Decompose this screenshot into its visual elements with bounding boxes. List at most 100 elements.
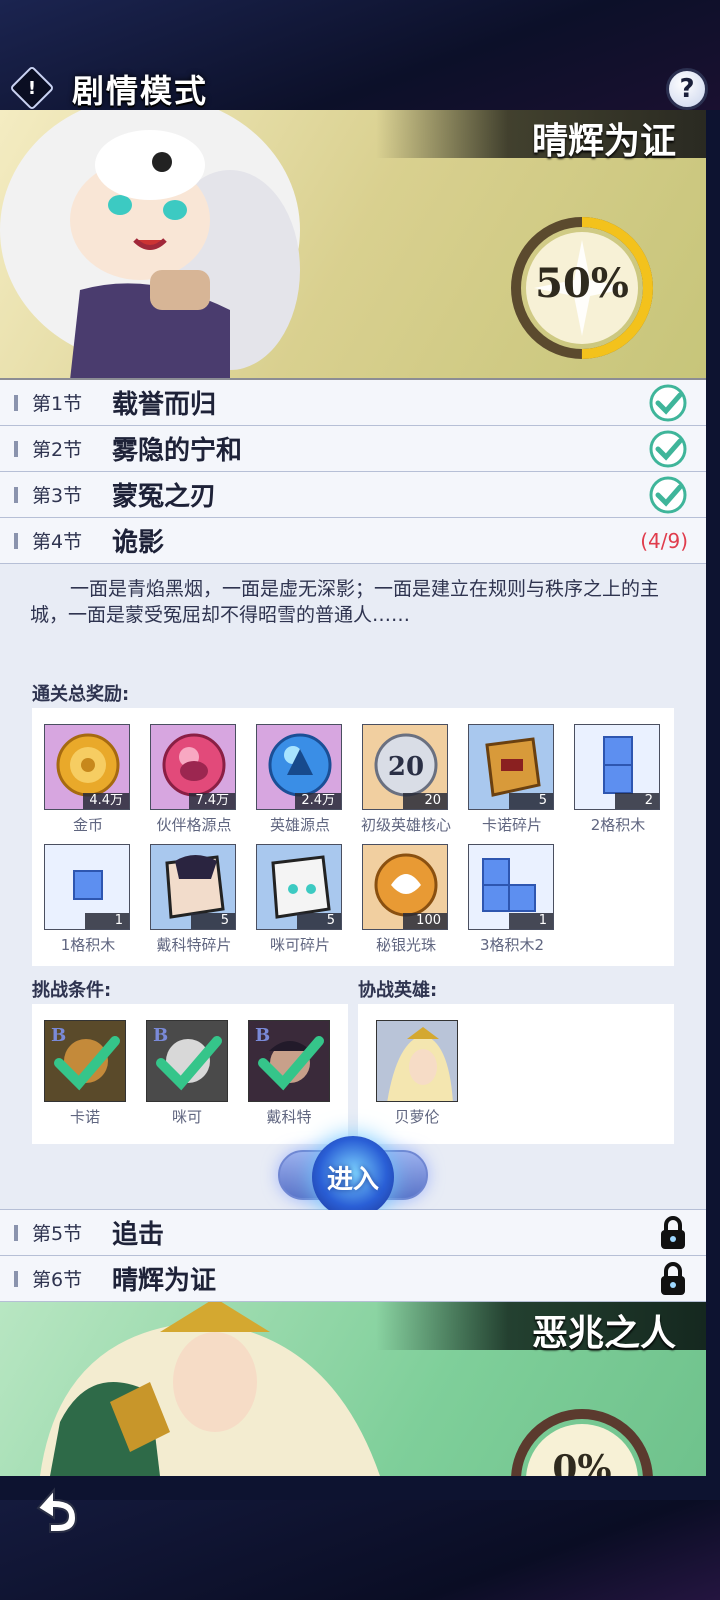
block2-icon: 2 xyxy=(574,724,660,810)
rewards-panel: 4.4万 金币 7.4万 伙伴格源点 2.4万 英雄源点 20 20 初级英雄核… xyxy=(32,708,674,966)
chapter-name: 晴辉为证 xyxy=(112,1266,217,1296)
reward-label: 金币 xyxy=(72,816,103,834)
progress-percentage: 50% xyxy=(535,260,629,307)
row-marker xyxy=(14,486,18,503)
reward-item[interactable]: 2 2格积木 xyxy=(574,724,662,835)
conditions-panel: B 卡诺 B 咪可 B 戴科特 xyxy=(32,1004,348,1144)
banner-title: 晴辉为证 xyxy=(531,120,676,162)
check-icon xyxy=(649,476,687,514)
chapter-number: 第1节 xyxy=(32,393,83,415)
lock-icon xyxy=(661,1216,685,1249)
reward-label: 伙伴格源点 xyxy=(156,816,232,834)
svg-text:20: 20 xyxy=(388,752,424,782)
reward-label: 卡诺碎片 xyxy=(481,816,542,834)
row-marker xyxy=(14,1270,18,1287)
enter-button-label[interactable]: 进入 xyxy=(312,1136,394,1218)
progress-percentage: 0% xyxy=(552,1448,612,1476)
chapter-name: 载誉而归 xyxy=(112,390,217,420)
helper-hero-beiluolun[interactable]: 贝萝伦 xyxy=(376,1020,458,1127)
chapter-number: 第3节 xyxy=(32,485,83,507)
chapter-name: 追击 xyxy=(112,1220,165,1250)
chapter-banner[interactable]: 晴辉为证 50% xyxy=(0,110,706,380)
hero-name: 贝萝伦 xyxy=(394,1108,440,1126)
hero-portrait: B xyxy=(248,1020,330,1102)
chapter-number: 第2节 xyxy=(32,439,83,461)
banner-title: 恶兆之人 xyxy=(531,1312,676,1354)
reward-item[interactable]: 7.4万 伙伴格源点 xyxy=(150,724,238,835)
back-arrow-icon[interactable] xyxy=(28,1482,84,1538)
reward-item[interactable]: 5 卡诺碎片 xyxy=(468,724,556,835)
reward-label: 秘银光珠 xyxy=(375,936,436,954)
chapter-name: 蒙冤之刃 xyxy=(112,482,217,512)
bottom-background xyxy=(0,1500,720,1600)
reward-item[interactable]: 1 3格积木2 xyxy=(468,844,556,955)
reward-item[interactable]: 4.4万 金币 xyxy=(44,724,132,835)
hero-portrait: B xyxy=(44,1020,126,1102)
reward-item[interactable]: 5 戴科特碎片 xyxy=(150,844,238,955)
reward-label: 2格积木 xyxy=(590,816,646,834)
exclamation-icon: ! xyxy=(27,77,37,99)
reward-qty: 1 xyxy=(509,913,553,929)
next-chapter-banner[interactable]: 恶兆之人 0% xyxy=(0,1302,706,1476)
reward-item[interactable]: 1 1格积木 xyxy=(44,844,132,955)
hero-name: 戴科特 xyxy=(266,1108,312,1126)
question-icon: ? xyxy=(679,74,695,104)
chapter-progress: (4/9) xyxy=(640,529,688,553)
helpers-label: 协战英雄: xyxy=(358,980,438,1001)
miko-shard-icon: 5 xyxy=(256,844,342,930)
row-marker xyxy=(14,440,18,457)
row-marker xyxy=(14,394,18,411)
dekot-shard-icon: 5 xyxy=(150,844,236,930)
reward-qty: 4.4万 xyxy=(83,793,129,809)
header: ! 剧情模式 ? xyxy=(0,60,720,112)
grade-badge: B xyxy=(255,1025,270,1046)
help-button[interactable]: ? xyxy=(666,68,708,110)
chapter-description: 一面是青焰黑烟，一面是虚无深影；一面是建立在规则与秩序之上的主城，一面是蒙受冤屈… xyxy=(30,578,660,626)
hero-beiluolun-art xyxy=(40,1302,380,1476)
hero-miko-art xyxy=(0,110,300,378)
reward-qty: 2.4万 xyxy=(295,793,341,809)
chapter-row-3[interactable]: 第3节 蒙冤之刃 xyxy=(0,472,706,518)
hero-portrait xyxy=(376,1020,458,1102)
condition-hero-dekot[interactable]: B 戴科特 xyxy=(248,1020,330,1127)
hero-name: 卡诺 xyxy=(69,1108,100,1126)
reward-item[interactable]: 5 咪可碎片 xyxy=(256,844,344,955)
chapter-row-4[interactable]: 第4节 诡影 (4/9) xyxy=(0,518,706,564)
helpers-panel: 贝萝伦 xyxy=(358,1004,674,1144)
check-icon xyxy=(649,384,687,422)
story-panel[interactable]: 晴辉为证 50% 第1节 载誉而归 第2节 雾隐的宁和 第3节 蒙冤之刃 第4节… xyxy=(0,110,706,1476)
rewards-label: 通关总奖励: xyxy=(32,684,130,705)
chapter-row-6[interactable]: 第6节 晴辉为证 xyxy=(0,1256,706,1302)
block1-icon: 1 xyxy=(44,844,130,930)
grade-badge: B xyxy=(153,1025,168,1046)
chapter-details: 一面是青焰黑烟，一面是虚无深影；一面是建立在规则与秩序之上的主城，一面是蒙受冤屈… xyxy=(0,564,706,1218)
reward-label: 咪可碎片 xyxy=(269,936,330,954)
check-icon xyxy=(649,430,687,468)
grade-badge: B xyxy=(51,1025,66,1046)
hero-name: 咪可 xyxy=(171,1108,202,1126)
chapter-row-1[interactable]: 第1节 载誉而归 xyxy=(0,380,706,426)
reward-item[interactable]: 100 秘银光珠 xyxy=(362,844,450,955)
partner-orb-icon: 7.4万 xyxy=(150,724,236,810)
reward-qty: 7.4万 xyxy=(189,793,235,809)
conditions-label: 挑战条件: xyxy=(32,980,112,1001)
condition-hero-kano[interactable]: B 卡诺 xyxy=(44,1020,126,1127)
chapter-number: 第4节 xyxy=(32,531,83,553)
chapter-row-2[interactable]: 第2节 雾隐的宁和 xyxy=(0,426,706,472)
reward-item[interactable]: 20 20 初级英雄核心 xyxy=(361,724,451,835)
reward-qty: 5 xyxy=(191,913,235,929)
reward-qty: 20 xyxy=(403,793,447,809)
row-marker xyxy=(14,532,18,549)
chapter-number: 第5节 xyxy=(32,1223,83,1245)
condition-hero-miko[interactable]: B 咪可 xyxy=(146,1020,228,1127)
hero-core-icon: 20 20 xyxy=(362,724,448,810)
reward-label: 戴科特碎片 xyxy=(156,936,232,954)
reward-item[interactable]: 2.4万 英雄源点 xyxy=(256,724,344,835)
chapter-row-5[interactable]: 第5节 追击 xyxy=(0,1210,706,1256)
info-button[interactable]: ! xyxy=(9,65,55,111)
reward-label: 英雄源点 xyxy=(269,816,330,834)
lock-icon xyxy=(661,1262,685,1295)
row-marker xyxy=(14,1224,18,1241)
page-title: 剧情模式 xyxy=(72,72,209,110)
kano-shard-icon: 5 xyxy=(468,724,554,810)
